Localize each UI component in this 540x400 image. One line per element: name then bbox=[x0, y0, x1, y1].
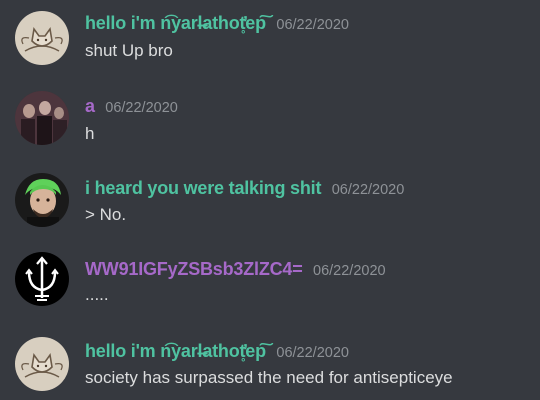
cat-sketch-avatar[interactable] bbox=[15, 11, 69, 65]
username[interactable]: WW91IGFyZSBsb3ZlZC4= bbox=[85, 259, 303, 279]
message-text: ..... bbox=[85, 285, 109, 304]
username[interactable]: i heard you were talking shit bbox=[85, 178, 321, 198]
username[interactable]: a bbox=[85, 96, 95, 116]
chat-message: hello i'm n͡yarl̶athot̥̓ep͠ 06/22/2020 s… bbox=[0, 330, 540, 400]
trident-symbol-avatar[interactable] bbox=[15, 252, 69, 306]
chat-message: WW91IGFyZSBsb3ZlZC4= 06/22/2020 ..... bbox=[0, 248, 540, 328]
chat-message: hello i'm n͡yarl̶athot̥̓ep͠ 06/22/2020 s… bbox=[0, 0, 540, 80]
message-text: shut Up bro bbox=[85, 41, 173, 60]
chat-message-list: hello i'm n͡yarl̶athot̥̓ep͠ 06/22/2020 s… bbox=[0, 0, 540, 400]
message-text: society has surpassed the need for antis… bbox=[85, 368, 453, 387]
timestamp: 06/22/2020 bbox=[276, 17, 349, 33]
timestamp: 06/22/2020 bbox=[331, 182, 405, 198]
timestamp: 06/22/2020 bbox=[105, 100, 178, 116]
chat-message: a 06/22/2020 h bbox=[0, 83, 540, 163]
cat-sketch-avatar[interactable] bbox=[15, 337, 69, 391]
green-hair-person-avatar[interactable] bbox=[15, 173, 69, 227]
timestamp: 06/22/2020 bbox=[276, 345, 349, 361]
chat-message: i heard you were talking shit 06/22/2020… bbox=[0, 166, 540, 246]
username[interactable]: hello i'm n͡yarl̶athot̥̓ep͠ bbox=[85, 341, 266, 361]
message-text: > No. bbox=[85, 205, 127, 224]
timestamp: 06/22/2020 bbox=[313, 263, 386, 279]
message-text: h bbox=[85, 124, 95, 143]
username[interactable]: hello i'm n͡yarl̶athot̥̓ep͠ bbox=[85, 13, 266, 33]
dark-group-photo-avatar[interactable] bbox=[15, 91, 69, 145]
